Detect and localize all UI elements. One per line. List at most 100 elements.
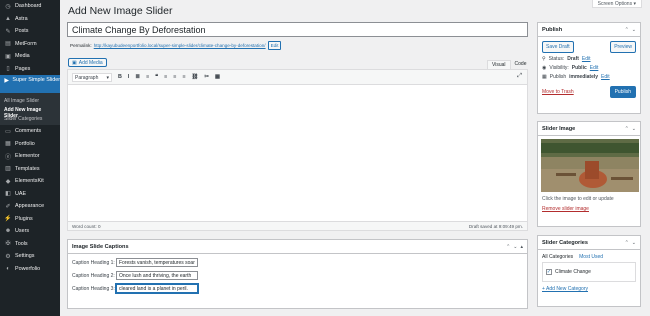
slider-image-thumbnail[interactable] [541,139,639,192]
chevron-down-icon[interactable]: ⌄ [632,126,636,132]
sidebar-item-label: Elementor [15,153,40,160]
tab-code[interactable]: Code [511,60,531,69]
editor-tabs: Visual Code [487,60,530,69]
category-tabs: All Categories Most Used [542,254,636,260]
schedule-edit-link[interactable]: Edit [601,74,610,80]
sidebar-item-pages[interactable]: ▯ Pages [0,63,60,76]
publish-title: Publish [542,26,563,33]
submenu-slider-categories[interactable]: Slider Categories [0,114,60,123]
add-new-category-link[interactable]: + Add New Category [542,286,636,292]
sidebar-item-elementor[interactable]: ⓔ Elementor [0,150,60,163]
visibility-value: Public [571,65,587,71]
submenu-all-image-slider[interactable]: All Image Slider [0,96,60,105]
align-left-icon[interactable]: ≡ [164,74,167,80]
sidebar-item-label: Super Simple Slider [12,77,60,83]
italic-icon[interactable]: I [128,74,130,80]
visibility-row: ◉ Visibility: Public Edit [542,65,636,71]
fullscreen-icon[interactable]: ⤢ [517,73,522,80]
collapse-icon[interactable]: ▴ [520,244,523,250]
submenu-add-new-image-slider[interactable]: Add New Image Slider [0,105,60,119]
post-title-input[interactable]: Climate Change By Deforestation [67,22,528,37]
sidebar-item-posts[interactable]: ✎ Posts [0,25,60,38]
align-center-icon[interactable]: ≡ [173,74,176,80]
preview-button[interactable]: Preview [610,41,636,53]
unlink-icon[interactable]: ✂ [204,74,209,80]
comment-icon: ▭ [5,128,11,135]
save-draft-button[interactable]: Save Draft [542,41,574,53]
image-slide-captions-box: Image Slide Captions ⌃ ⌄ ▴ Caption Heading… [67,239,528,309]
sidebar-item-templates[interactable]: ▥ Templates [0,163,60,176]
tab-visual[interactable]: Visual [487,60,511,69]
sidebar-item-uae[interactable]: ◧ UAE [0,188,60,201]
media-icon: ▣ [72,59,77,66]
wrench-icon: ✠ [5,241,11,248]
screen-options-button[interactable]: Screen Options ▾ [591,0,642,8]
blockquote-icon[interactable]: ❝ [155,74,158,80]
chevron-up-icon[interactable]: ⌃ [625,27,629,33]
publish-footer: Move to Trash Publish [542,86,636,98]
sidebar-item-powerfolio[interactable]: ◐ Powerfolio [0,263,60,276]
sidebar-item-metform[interactable]: ▤ MetForm [0,38,60,51]
sidebar-item-users[interactable]: ☻ Users [0,225,60,238]
bold-icon[interactable]: B [118,74,122,80]
sidebar-item-appearance[interactable]: ✐ Appearance [0,200,60,213]
publish-button[interactable]: Publish [609,86,636,98]
chevron-down-icon[interactable]: ⌄ [632,240,636,246]
chevron-down-icon[interactable]: ⌄ [513,244,517,250]
sidebar-item-label: Users [15,228,30,235]
permalink-url[interactable]: http://kayubudeenportfolio.local/super-s… [94,43,266,48]
user-icon: ☻ [4,228,12,235]
chevron-up-icon[interactable]: ⌃ [625,126,629,132]
editor-body[interactable] [68,85,527,221]
sidebar-submenu: All Image Slider Add New Image Slider Sl… [0,93,60,125]
permalink-edit-button[interactable]: Edit [267,41,282,50]
tab-most-used[interactable]: Most Used [579,254,603,260]
status-edit-link[interactable]: Edit [582,56,591,62]
add-media-button[interactable]: ▣ Add Media [68,58,107,67]
chevron-down-icon[interactable]: ⌄ [632,27,636,33]
sidebar-item-elementskit[interactable]: ◆ ElementsKit [0,175,60,188]
format-select[interactable]: Paragraph ▾ [72,72,112,82]
climate-change-checkbox[interactable]: ✓ [546,269,552,275]
sidebar-item-plugins[interactable]: ⚡ Plugins [0,213,60,226]
editor-status-bar: Word count: 0 Draft saved at 9:09:49 pm. [68,221,527,230]
caption-row: Caption Heading 3: cleared land is a pla… [72,284,527,293]
caption-heading-3-input[interactable]: cleared land is a planet in peril. [116,284,198,293]
slider-image-hint: Click the image to edit or update [542,196,614,202]
visibility-edit-link[interactable]: Edit [590,65,599,71]
remove-slider-image-link[interactable]: Remove slider image [542,206,636,212]
sidebar-item-settings[interactable]: ⚙ Settings [0,250,60,263]
move-to-trash-link[interactable]: Move to Trash [542,89,574,95]
align-right-icon[interactable]: ≡ [182,74,185,80]
sidebar-item-tools[interactable]: ✠ Tools [0,238,60,251]
chevron-up-icon[interactable]: ⌃ [506,244,510,250]
caption-row: Caption Heading 2: Once lush and thrivin… [72,271,527,280]
slider-image-box: Slider Image ⌃ ⌄ Click the image to edit … [537,121,641,227]
sidebar-item-portfolio[interactable]: ▦ Portfolio [0,138,60,151]
admin-sidebar: ◷ Dashboard ▲ Astra ✎ Posts ▤ MetForm ▣ Media ▯ Pag… [0,0,60,316]
draft-saved-status: Draft saved at 9:09:49 pm. [468,223,523,229]
elementor-icon: ⓔ [4,154,11,161]
sidebar-item-media[interactable]: ▣ Media [0,50,60,63]
caption-heading-1-input[interactable]: Forests vanish, temperatures soar [116,258,198,267]
link-icon[interactable]: ⛓ [191,74,198,80]
caption-heading-2-input[interactable]: Once lush and thriving, the earth [116,271,198,280]
tab-all-categories[interactable]: All Categories [542,254,573,260]
sidebar-item-dashboard[interactable]: ◷ Dashboard [0,0,60,13]
status-label: Status: [548,56,565,62]
sidebar-item-astra[interactable]: ▲ Astra [0,13,60,26]
dashboard-icon: ◷ [5,3,11,10]
permalink: Permalink: http://kayubudeenportfolio.lo… [70,41,282,50]
bullet-list-icon[interactable]: ≣ [135,74,140,80]
pin-icon: ✎ [5,28,11,35]
sidebar-item-label: Media [15,53,30,60]
sidebar-item-super-simple-slider[interactable]: ▶ Super Simple Slider [0,75,60,93]
publish-actions: Save Draft Preview [542,41,636,53]
chevron-up-icon[interactable]: ⌃ [625,240,629,246]
sidebar-item-label: Templates [15,165,40,172]
sidebar-item-comments[interactable]: ▭ Comments [0,125,60,138]
slider-icon: ▶ [4,77,9,84]
numbered-list-icon[interactable]: ≡ [146,74,149,80]
toolbar-toggle-icon[interactable]: ▦ [215,74,220,80]
sidebar-item-label: Astra [15,15,28,22]
